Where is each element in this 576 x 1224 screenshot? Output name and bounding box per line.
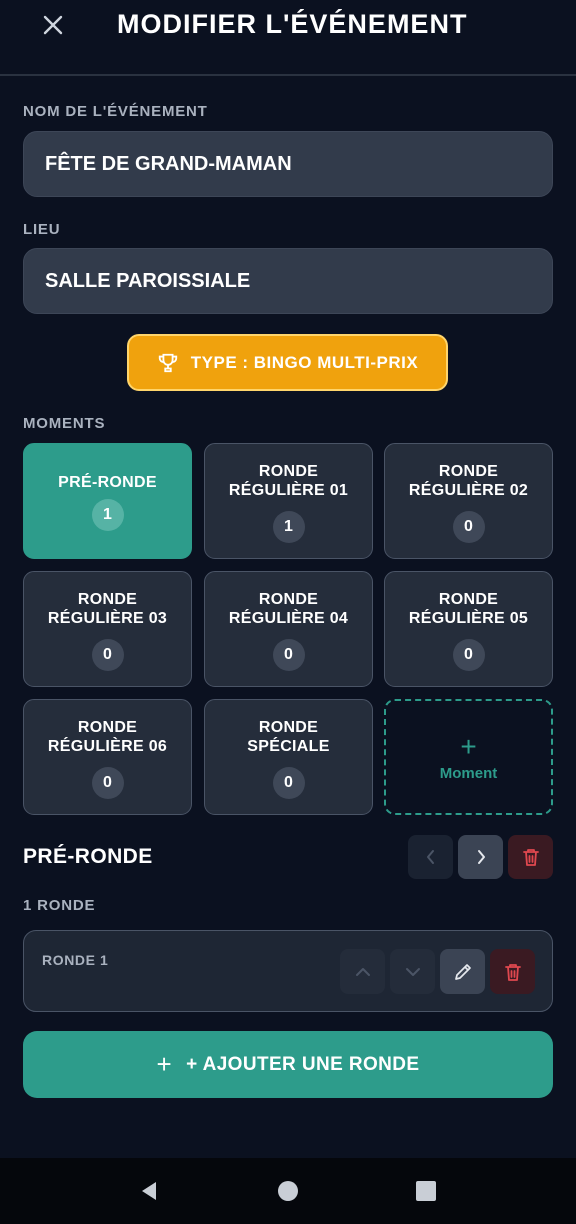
close-icon	[43, 15, 63, 35]
location-label: LIEU	[23, 221, 61, 238]
moments-label: MOMENTS	[23, 415, 106, 432]
add-moment-label: Moment	[439, 764, 498, 782]
location-field[interactable]: SALLE PAROISSIALE	[23, 248, 553, 314]
selected-moment-title: PRÉ-RONDE	[23, 845, 153, 868]
page-title: MODIFIER L'ÉVÉNEMENT	[117, 9, 468, 39]
moment-label: RONDE RÉGULIÈRE 01	[228, 463, 349, 499]
home-button[interactable]	[273, 1176, 303, 1206]
system-nav-bar	[0, 1158, 576, 1224]
moment-count-badge: 1	[91, 499, 124, 531]
moment-count-badge: 0	[91, 639, 124, 671]
next-moment-button[interactable]	[458, 835, 503, 879]
event-name-label: NOM DE L'ÉVÉNEMENT	[23, 103, 208, 120]
event-name-field[interactable]: FÊTE DE GRAND-MAMAN	[23, 131, 553, 197]
recents-button[interactable]	[411, 1176, 441, 1206]
event-type-button[interactable]: TYPE : BINGO MULTI-PRIX	[127, 334, 448, 391]
close-button[interactable]	[36, 8, 70, 42]
trash-icon	[504, 963, 521, 981]
moment-count-badge: 0	[272, 639, 305, 671]
moment-card-pre-ronde[interactable]: PRÉ-RONDE 1	[23, 443, 192, 559]
home-circle-icon	[278, 1181, 298, 1201]
moment-card-reguliere-02[interactable]: RONDE RÉGULIÈRE 02 0	[384, 443, 553, 559]
previous-moment-button[interactable]	[408, 835, 453, 879]
moment-count-badge: 1	[272, 511, 305, 543]
chevron-up-icon	[355, 967, 370, 976]
event-type-label: TYPE : BINGO MULTI-PRIX	[190, 352, 419, 372]
moment-card-reguliere-05[interactable]: RONDE RÉGULIÈRE 05 0	[384, 571, 553, 687]
moment-label: RONDE RÉGULIÈRE 03	[47, 591, 168, 627]
app-header: MODIFIER L'ÉVÉNEMENT	[0, 0, 576, 76]
moment-card-speciale[interactable]: RONDE SPÉCIALE 0	[204, 699, 373, 815]
pencil-icon	[454, 963, 471, 980]
delete-moment-button[interactable]	[508, 835, 553, 879]
trophy-icon	[158, 353, 177, 372]
chevron-right-icon	[477, 850, 485, 864]
moment-card-reguliere-01[interactable]: RONDE RÉGULIÈRE 01 1	[204, 443, 373, 559]
chevron-left-icon	[426, 850, 434, 864]
moment-label: RONDE RÉGULIÈRE 02	[408, 463, 529, 499]
add-moment-button[interactable]: + Moment	[384, 699, 553, 815]
moment-count-badge: 0	[91, 767, 124, 799]
back-button[interactable]	[134, 1176, 164, 1206]
moment-card-reguliere-06[interactable]: RONDE RÉGULIÈRE 06 0	[23, 699, 192, 815]
trash-icon	[522, 849, 539, 866]
moment-label: PRÉ-RONDE	[58, 474, 157, 491]
moment-card-reguliere-04[interactable]: RONDE RÉGULIÈRE 04 0	[204, 571, 373, 687]
moment-count-badge: 0	[272, 767, 305, 799]
edit-round-button[interactable]	[440, 949, 485, 994]
move-round-down-button[interactable]	[390, 949, 435, 994]
move-round-up-button[interactable]	[340, 949, 385, 994]
round-card: RONDE 1	[23, 930, 553, 1012]
moment-label: RONDE RÉGULIÈRE 06	[47, 719, 168, 755]
moment-count-badge: 0	[452, 639, 485, 671]
moment-card-reguliere-03[interactable]: RONDE RÉGULIÈRE 03 0	[23, 571, 192, 687]
add-round-button[interactable]: + + AJOUTER UNE RONDE	[23, 1031, 553, 1098]
plus-icon: +	[460, 730, 477, 762]
back-triangle-icon	[142, 1182, 156, 1200]
rounds-count-label: 1 RONDE	[23, 897, 96, 914]
moment-label: RONDE RÉGULIÈRE 05	[408, 591, 529, 627]
moment-count-badge: 0	[452, 511, 485, 543]
round-label: RONDE 1	[42, 952, 109, 968]
recents-square-icon	[416, 1181, 436, 1201]
moment-label: RONDE SPÉCIALE	[247, 719, 330, 755]
plus-icon: +	[156, 1049, 173, 1079]
delete-round-button[interactable]	[490, 949, 535, 994]
add-round-label: + AJOUTER UNE RONDE	[186, 1053, 420, 1075]
moment-label: RONDE RÉGULIÈRE 04	[228, 591, 349, 627]
chevron-down-icon	[405, 967, 420, 976]
